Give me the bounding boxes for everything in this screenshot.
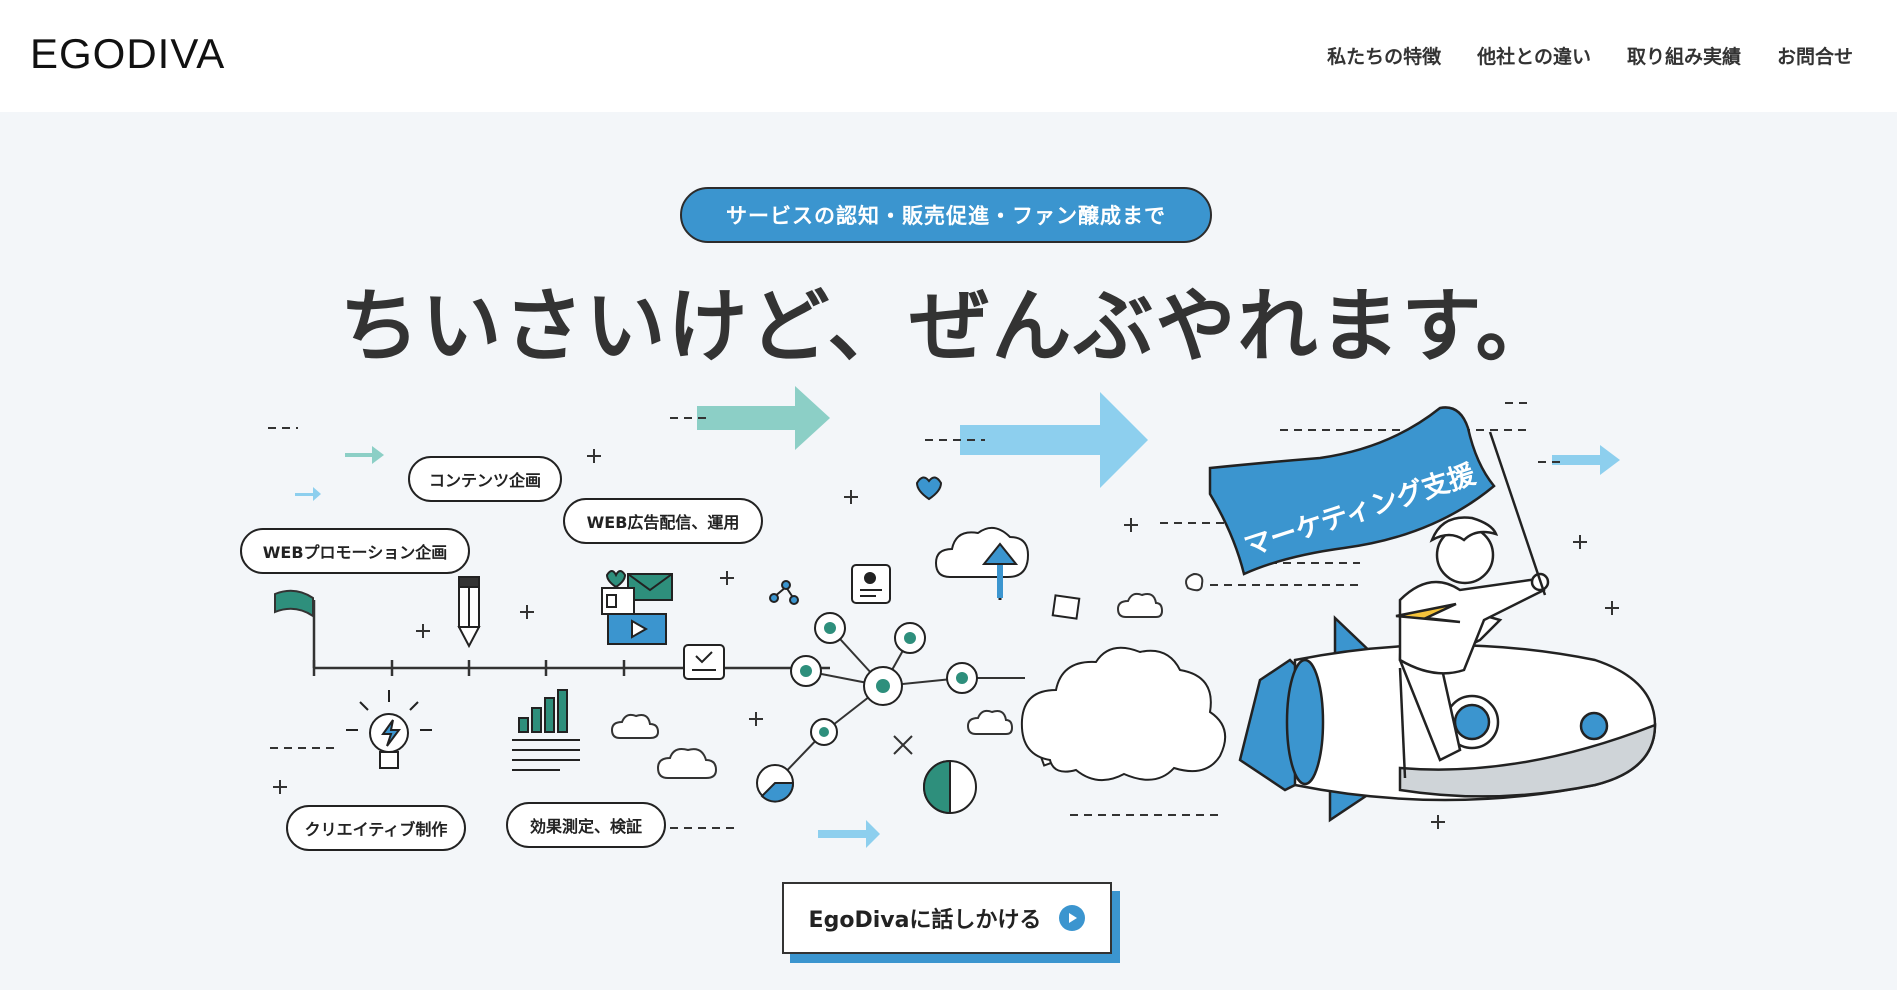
arrow-blue-large	[960, 392, 1148, 488]
lightbulb-icon	[346, 690, 432, 769]
bubble-web-promo: WEBプロモーション企画	[240, 528, 470, 574]
cta-label: EgoDivaに話しかける	[808, 908, 1042, 933]
hero-illustration: マーケティング支援	[268, 386, 1657, 848]
start-flag-icon	[274, 589, 314, 618]
play-circle-icon	[1059, 905, 1086, 931]
bar-chart-icon	[512, 689, 580, 771]
media-icons	[601, 570, 673, 645]
arrow-blue-right	[1552, 445, 1620, 475]
bubble-web-ads: WEB広告配信、運用	[563, 498, 763, 544]
heart-icon	[915, 476, 943, 501]
rocket-smoke	[1020, 646, 1227, 781]
cloud-upload-icon	[934, 526, 1030, 600]
pencil-icon	[457, 576, 481, 649]
bubble-measure: 効果測定、検証	[506, 802, 666, 848]
pie-chart-icon-2	[923, 759, 977, 815]
bubble-creative: クリエイティブ制作	[286, 805, 466, 851]
bubble-contents: コンテンツ企画	[408, 456, 562, 502]
pie-chart-icon	[756, 764, 795, 803]
talk-to-egodiva-button[interactable]: EgoDivaに話しかける	[782, 882, 1112, 954]
arrow-bottom-blue	[818, 820, 880, 848]
profile-card-icon	[851, 564, 891, 604]
arrow-small-blue	[295, 487, 321, 501]
arrow-small-mint	[345, 446, 384, 464]
checklist-icon	[683, 644, 725, 680]
network-diagram	[774, 627, 1025, 784]
timeline	[312, 600, 830, 676]
share-icon	[769, 580, 799, 605]
arrow-mint-large	[697, 386, 830, 450]
